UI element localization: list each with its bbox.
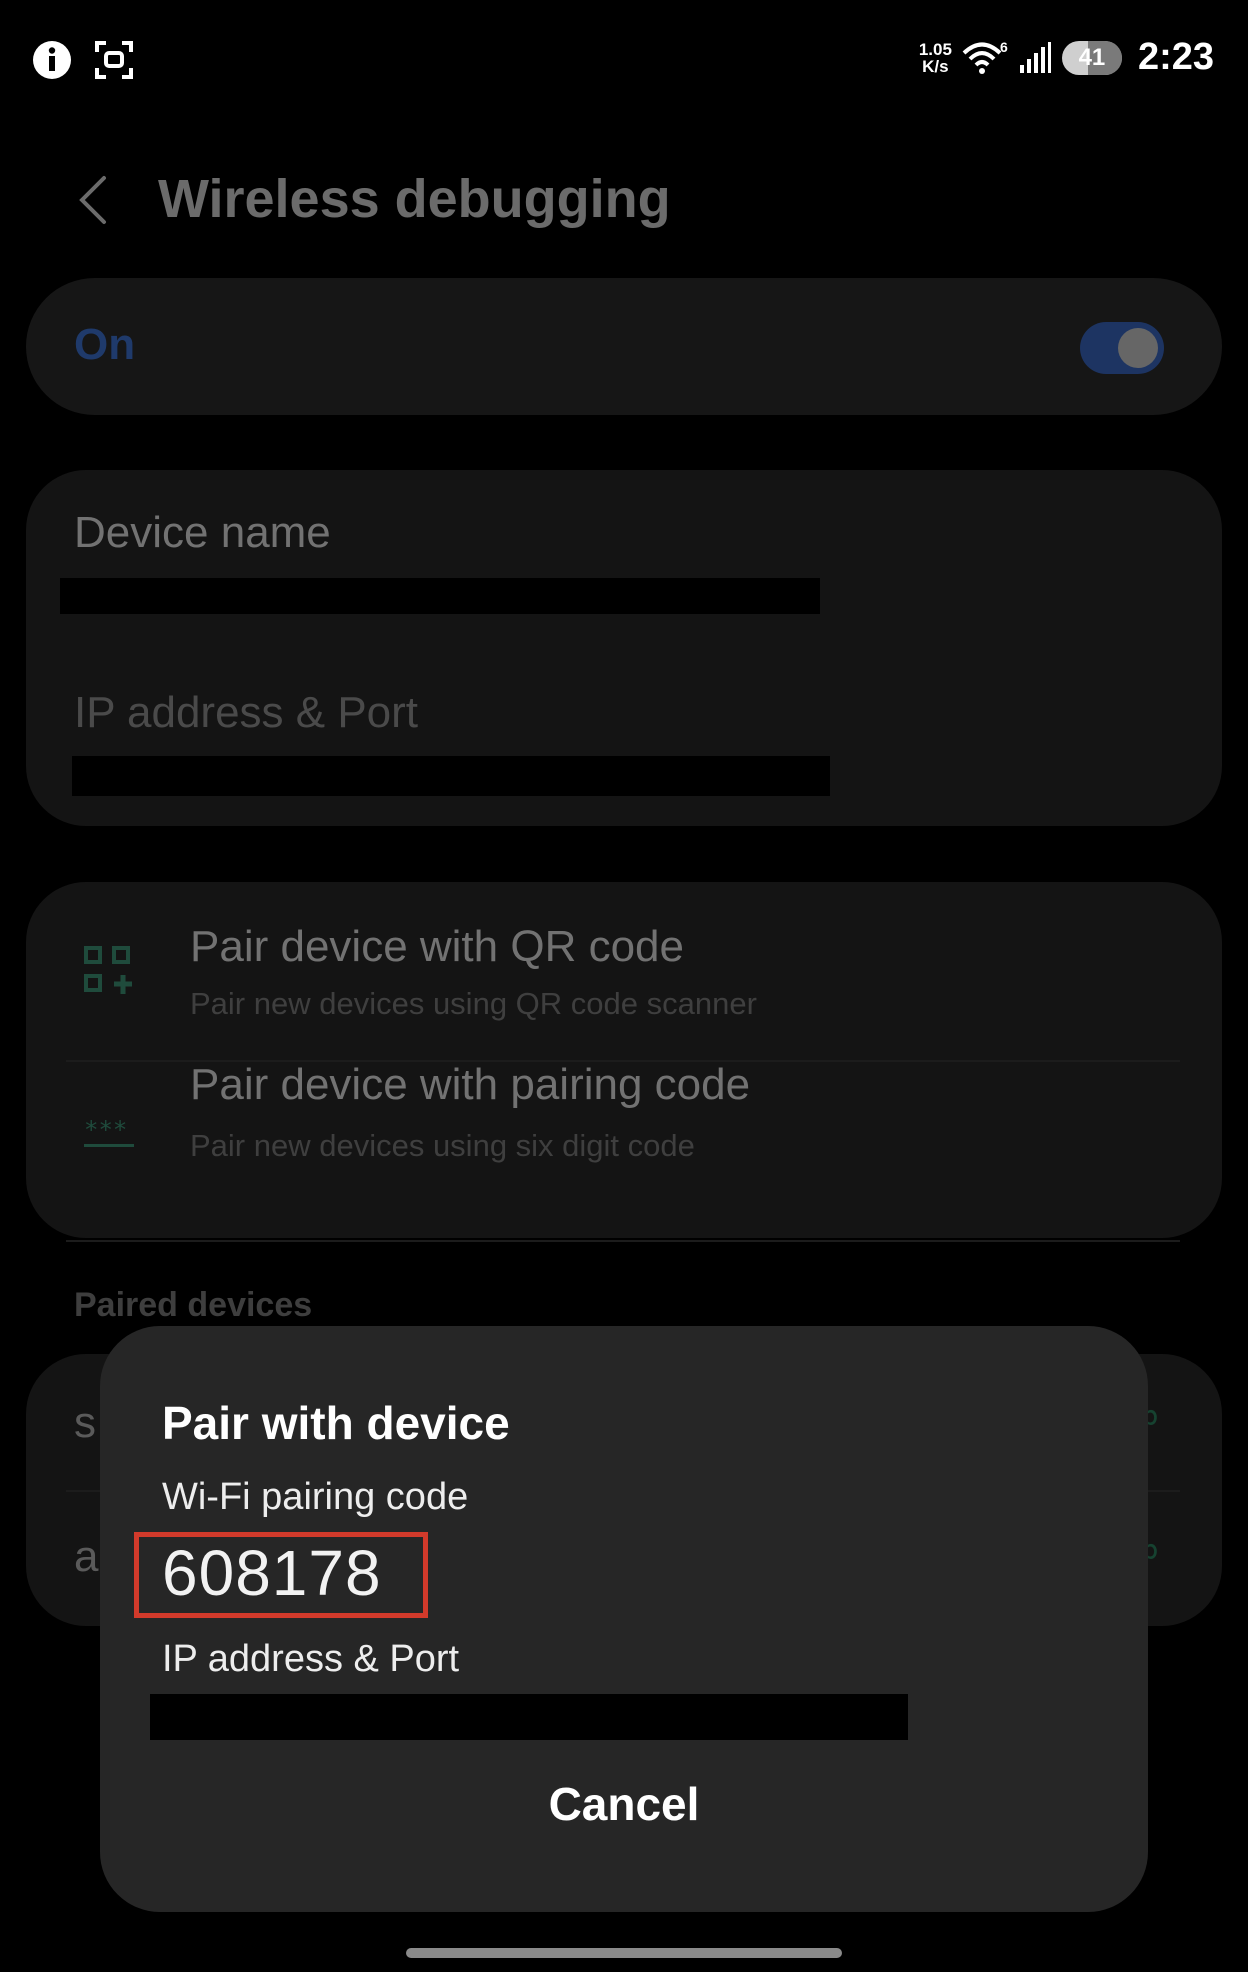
- dialog-ip-port-redacted: [150, 1694, 908, 1740]
- cancel-button[interactable]: Cancel: [100, 1756, 1148, 1852]
- pairing-code-icon: ***: [84, 1118, 134, 1147]
- pairing-code-value: 608178: [162, 1537, 382, 1609]
- paired-devices-header: Paired devices: [74, 1286, 313, 1324]
- pair-qr-title: Pair device with QR code: [190, 922, 684, 971]
- pairing-options-card: Pair device with QR code Pair new device…: [26, 882, 1222, 1238]
- switch-knob: [1118, 328, 1158, 368]
- svg-text:***: ***: [84, 1118, 127, 1144]
- back-arrow-icon[interactable]: [70, 170, 120, 230]
- device-name-value-redacted: [60, 578, 820, 614]
- toggle-label: On: [74, 320, 136, 369]
- page-title: Wireless debugging: [158, 169, 671, 229]
- device-name-label: Device name: [74, 508, 331, 557]
- ip-port-label: IP address & Port: [74, 688, 419, 737]
- dialog-title: Pair with device: [162, 1397, 510, 1449]
- pairing-code-label: Wi-Fi pairing code: [162, 1476, 469, 1518]
- pair-code-title: Pair device with pairing code: [190, 1060, 751, 1109]
- pair-qr-row[interactable]: Pair device with QR code Pair new device…: [26, 882, 1222, 1060]
- home-gesture-bar[interactable]: [406, 1948, 842, 1958]
- qr-code-icon: [84, 946, 132, 994]
- dialog-ip-port-label: IP address & Port: [162, 1638, 460, 1680]
- section-divider: [66, 1240, 1180, 1242]
- ip-port-value-redacted: [72, 756, 830, 796]
- pair-code-row[interactable]: *** Pair device with pairing code Pair n…: [26, 1060, 1222, 1238]
- device-info-card: Device name IP address & Port: [26, 470, 1222, 826]
- pair-code-subtitle: Pair new devices using six digit code: [190, 1128, 695, 1163]
- paired-device-name: s: [74, 1398, 96, 1447]
- paired-device-name: a: [74, 1532, 99, 1581]
- pair-qr-subtitle: Pair new devices using QR code scanner: [190, 986, 757, 1021]
- master-toggle-row[interactable]: On: [26, 278, 1222, 415]
- pair-with-device-dialog: Pair with device Wi-Fi pairing code 6081…: [100, 1326, 1148, 1912]
- wireless-debugging-switch[interactable]: [1080, 322, 1164, 374]
